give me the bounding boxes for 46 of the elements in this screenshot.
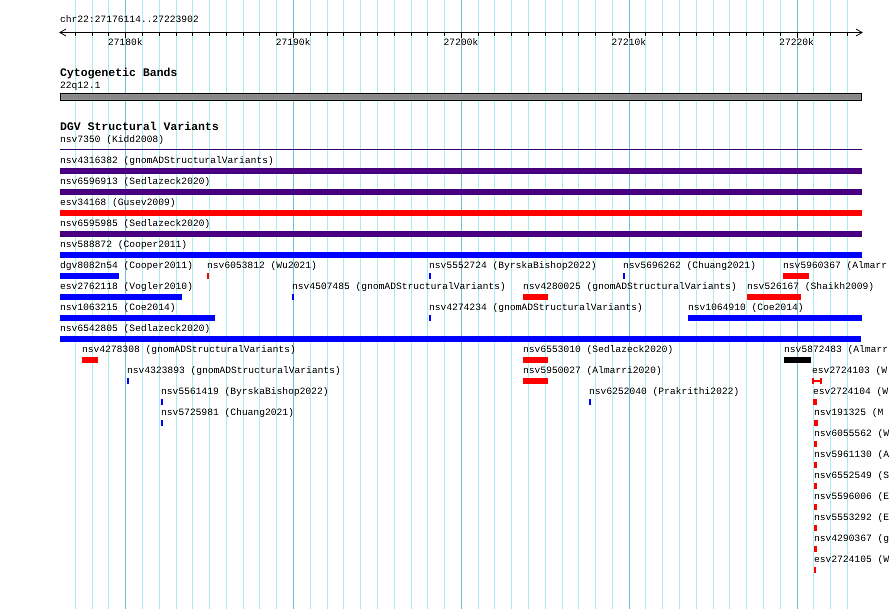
variant-label: nsv6595985 (Sedlazeck2020) (60, 218, 210, 229)
variant-label: nsv4278308 (gnomADStructuralVariants) (82, 344, 296, 355)
variant-label: esv34168 (Gusev2009) (60, 197, 176, 208)
variant-label: nsv5696262 (Chuang2021) (623, 260, 756, 271)
variant-label: nsv5950027 (Almarri2020) (523, 365, 662, 376)
variant-label: esv2724104 (W (813, 386, 888, 397)
variant-label: nsv5553292 (E (814, 512, 890, 523)
track-title: DGV Structural Variants (60, 121, 219, 134)
variant-label: nsv4290367 (g (814, 533, 890, 544)
variant-label: nsv5725981 (Chuang2021) (161, 407, 294, 418)
track-title: Cytogenetic Bands (60, 67, 178, 80)
variant-label: nsv4316382 (gnomADStructuralVariants) (60, 155, 274, 166)
variant-label: nsv5596006 (E (814, 491, 890, 502)
variant-label: nsv526167 (Shaikh2009) (747, 281, 874, 292)
variant-label: nsv6542805 (Sedlazeck2020) (60, 323, 210, 334)
variant-label: nsv6553010 (Sedlazeck2020) (523, 344, 674, 355)
variant-label: nsv7350 (Kidd2008) (60, 134, 164, 145)
tick-label: 27200k (444, 37, 478, 48)
variant-label: esv2724103 (W (812, 365, 888, 376)
variant-label: nsv1063215 (Coe2014) (60, 302, 176, 313)
variant-label: nsv6552549 (S (814, 470, 890, 481)
variant-label: nsv1064910 (Coe2014) (688, 302, 804, 313)
tick-label: 27180k (108, 37, 143, 48)
variant-label: nsv5552724 (ByrskaBishop2022) (429, 260, 597, 271)
variant-label: nsv4274234 (gnomADStructuralVariants) (429, 302, 643, 313)
variant-label: nsv5561419 (ByrskaBishop2022) (161, 386, 329, 397)
variant-label: nsv4323893 (gnomADStructuralVariants) (127, 365, 341, 376)
variant-label: nsv6596913 (Sedlazeck2020) (60, 176, 210, 187)
tick-label: 27220k (779, 37, 814, 48)
variant-label: nsv6252040 (Prakrithi2022) (589, 386, 740, 397)
variant-label: dgv8082n54 (Cooper2011) (60, 260, 193, 271)
variant-label: nsv6055562 (W (814, 428, 890, 439)
variant-label: esv2762118 (Vogler2010) (60, 281, 193, 292)
variant-label: esv2724105 (W (814, 554, 890, 565)
variant-label: nsv191325 (M (814, 407, 884, 418)
variant-label: nsv588872 (Cooper2011) (60, 239, 188, 250)
tick-label: 27210k (611, 37, 646, 48)
location-label: chr22:27176114..27223902 (60, 14, 199, 26)
variant-label: nsv6053812 (Wu2021) (207, 260, 317, 271)
variant-label: nsv5961130 (A (814, 449, 890, 460)
variant-label: nsv4507485 (gnomADStructuralVariants) (292, 281, 506, 292)
tick-label: 27190k (276, 37, 310, 48)
variant-label: nsv5872483 (Almarr (784, 344, 888, 355)
band-label: 22q12.1 (60, 80, 100, 91)
variant-label: nsv5960367 (Almarr (783, 260, 887, 271)
variant-label: nsv4280025 (gnomADStructuralVariants) (523, 281, 737, 292)
